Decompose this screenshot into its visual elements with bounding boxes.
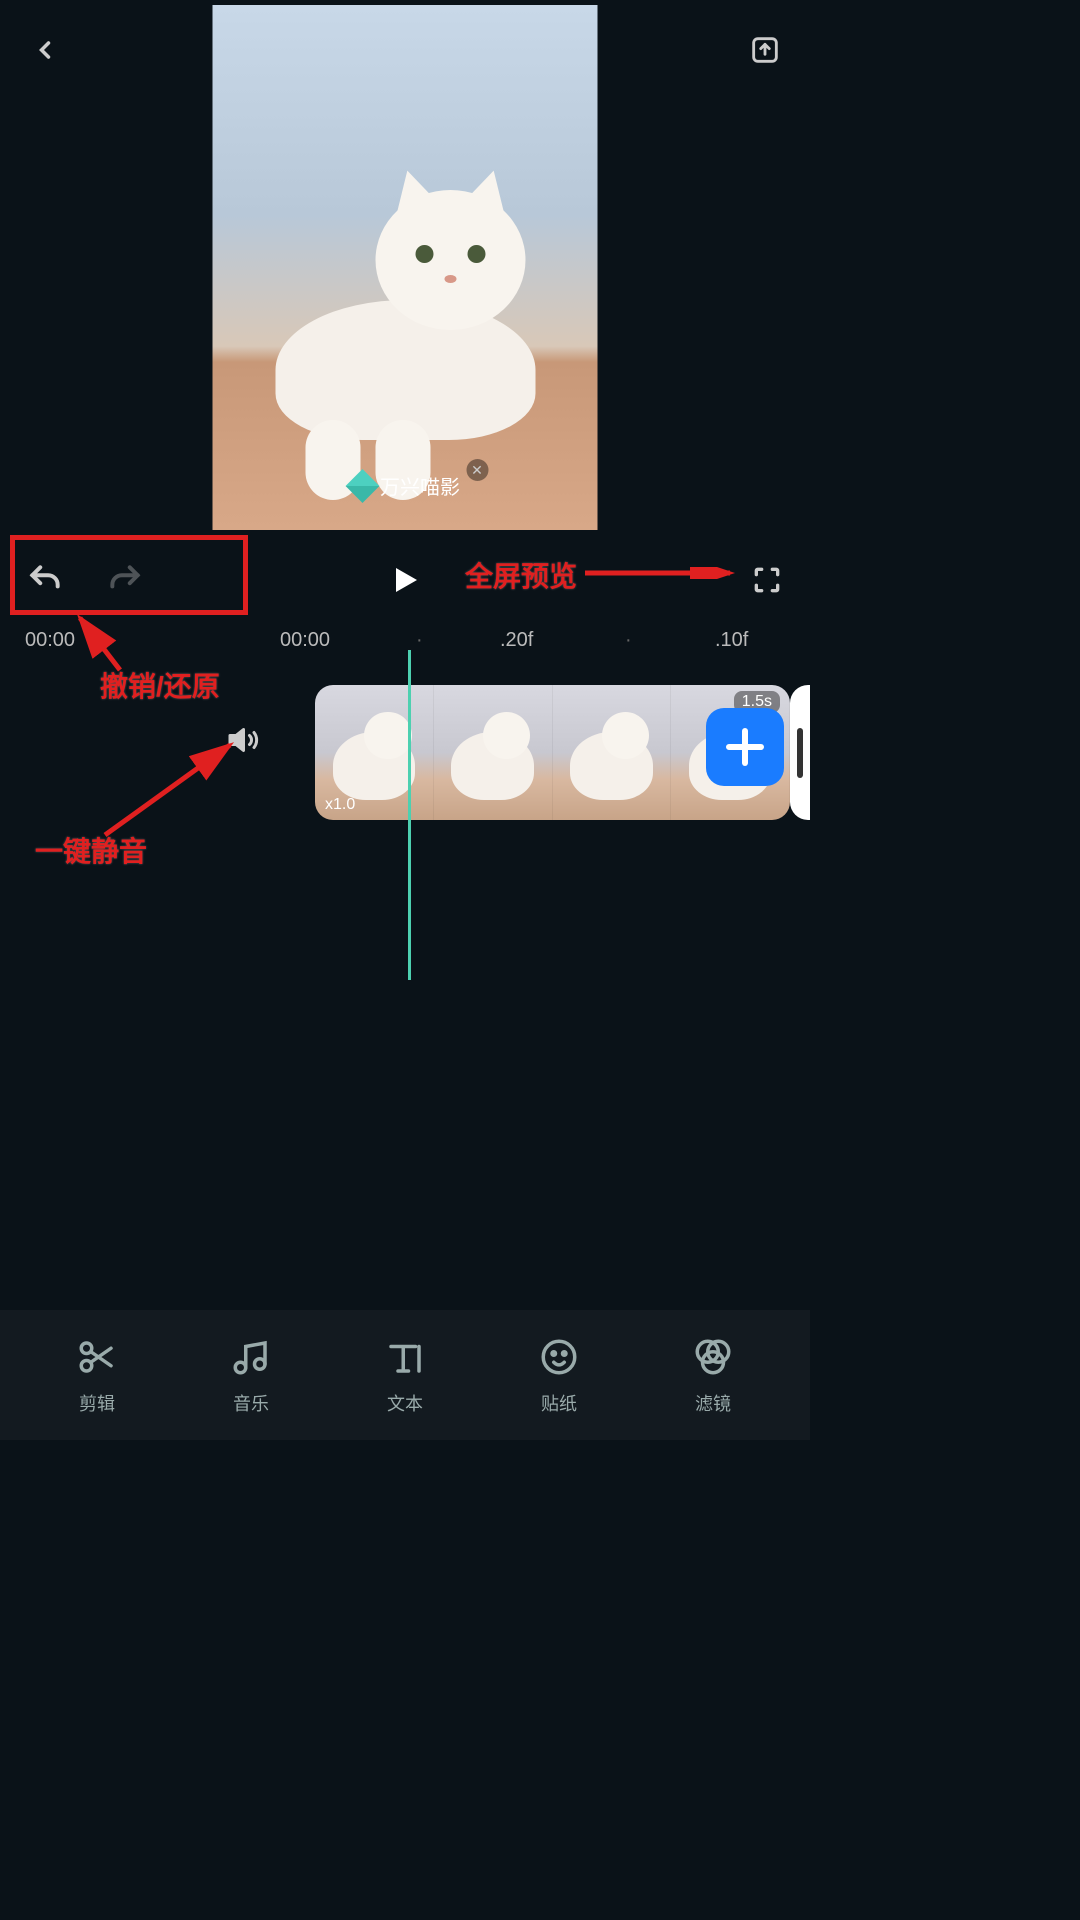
time-current: 00:00	[25, 629, 75, 652]
tab-filter[interactable]: 滤镜	[690, 1334, 736, 1416]
music-icon	[228, 1334, 274, 1380]
tab-sticker[interactable]: 贴纸	[536, 1334, 582, 1416]
mute-button[interactable]	[225, 720, 265, 760]
tab-label: 剪辑	[79, 1390, 115, 1416]
watermark-text: 万兴喵影	[380, 471, 460, 500]
tab-music[interactable]: 音乐	[228, 1334, 274, 1416]
frame-marker: .10f	[715, 629, 748, 652]
text-icon	[382, 1334, 428, 1380]
watermark-close-icon[interactable]: ✕	[466, 459, 488, 481]
bottom-toolbar: 剪辑 音乐 文本 贴纸 滤镜	[0, 1310, 810, 1440]
play-button[interactable]	[385, 560, 425, 600]
tab-edit[interactable]: 剪辑	[74, 1334, 120, 1416]
timeline[interactable]: 1.5s x1.0	[0, 670, 810, 990]
redo-button[interactable]	[105, 560, 145, 600]
fullscreen-button[interactable]	[749, 562, 785, 598]
watermark-logo-icon	[345, 469, 379, 503]
tab-label: 音乐	[233, 1390, 269, 1416]
filter-icon	[690, 1334, 736, 1380]
export-button[interactable]	[745, 30, 785, 70]
back-button[interactable]	[25, 30, 65, 70]
tab-label: 贴纸	[541, 1390, 577, 1416]
tab-label: 文本	[387, 1390, 423, 1416]
watermark: 万兴喵影 ✕	[350, 471, 460, 500]
scissors-icon	[74, 1334, 120, 1380]
clip-end-handle[interactable]	[790, 685, 810, 820]
preview-content-image	[245, 180, 565, 440]
timeline-ruler: 00:00 00:00 · .20f · .10f	[0, 620, 810, 660]
playhead-indicator[interactable]	[408, 650, 411, 980]
sticker-icon	[536, 1334, 582, 1380]
undo-button[interactable]	[25, 560, 65, 600]
clip-speed-label: x1.0	[325, 796, 355, 814]
time-playhead: 00:00	[280, 629, 330, 652]
video-preview[interactable]: 万兴喵影 ✕	[213, 5, 598, 530]
tab-label: 滤镜	[695, 1390, 731, 1416]
tab-text[interactable]: 文本	[382, 1334, 428, 1416]
add-clip-button[interactable]	[706, 708, 784, 786]
frame-marker: .20f	[500, 629, 533, 652]
